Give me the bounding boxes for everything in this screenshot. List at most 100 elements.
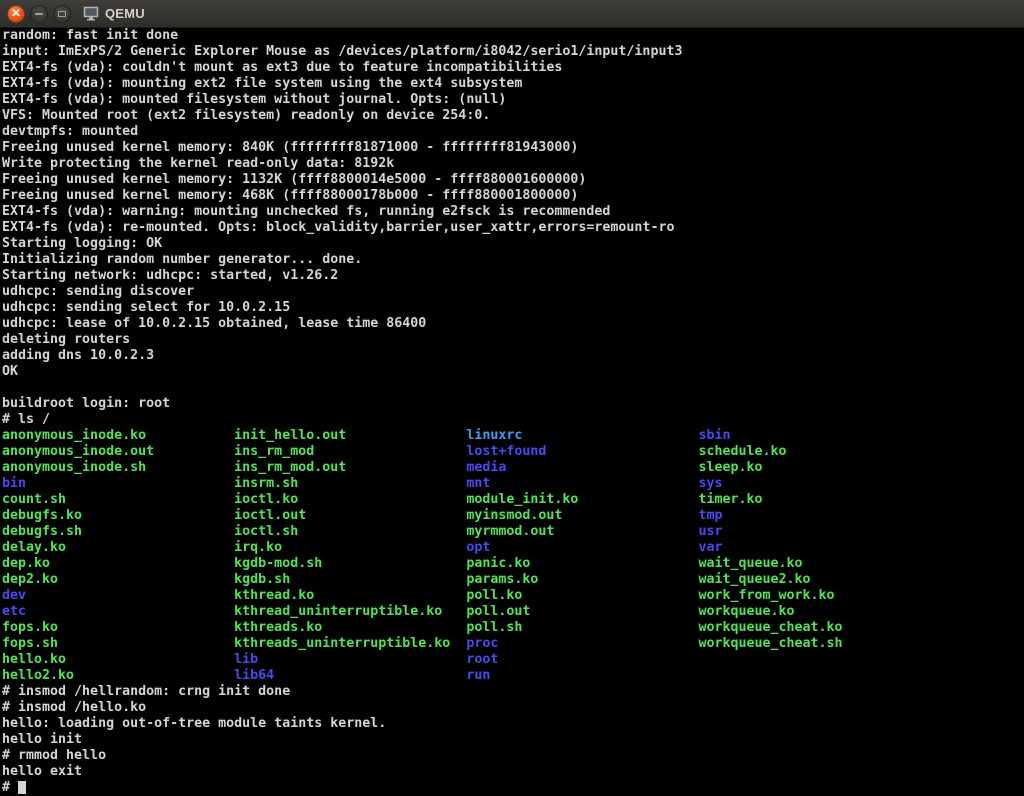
file-entry: dep.ko (2, 556, 234, 572)
file-entry: media (466, 460, 698, 476)
file-entry: schedule.ko (698, 444, 930, 460)
file-entry: params.ko (466, 572, 698, 588)
console-line: EXT4-fs (vda): mounted filesystem withou… (2, 92, 1024, 108)
file-entry: ins_rm_mod (234, 444, 466, 460)
file-entry: ioctl.out (234, 508, 466, 524)
window-title: QEMU (105, 6, 145, 21)
console-line: Starting logging: OK (2, 236, 1024, 252)
ls-row: hello.kolibroot (2, 652, 1024, 668)
console-line: Initializing random number generator... … (2, 252, 1024, 268)
file-entry: etc (2, 604, 234, 620)
console-line: VFS: Mounted root (ext2 filesystem) read… (2, 108, 1024, 124)
file-entry: panic.ko (466, 556, 698, 572)
file-entry: workqueue_cheat.sh (698, 636, 930, 652)
console-line: EXT4-fs (vda): mounting ext2 file system… (2, 76, 1024, 92)
file-entry: sys (698, 476, 930, 492)
file-entry: lost+found (466, 444, 698, 460)
file-entry: var (698, 540, 930, 556)
console-line: Write protecting the kernel read-only da… (2, 156, 1024, 172)
ls-row: fops.kokthreads.kopoll.shworkqueue_cheat… (2, 620, 1024, 636)
console-line: input: ImExPS/2 Generic Explorer Mouse a… (2, 44, 1024, 60)
terminal-console[interactable]: random: fast init doneinput: ImExPS/2 Ge… (0, 28, 1024, 796)
file-entry: dev (2, 588, 234, 604)
ls-row: debugfs.koioctl.outmyinsmod.outtmp (2, 508, 1024, 524)
file-entry: debugfs.sh (2, 524, 234, 540)
ls-row: fops.shkthreads_uninterruptible.koprocwo… (2, 636, 1024, 652)
file-entry: bin (2, 476, 234, 492)
console-line: EXT4-fs (vda): couldn't mount as ext3 du… (2, 60, 1024, 76)
file-entry: kgdb-mod.sh (234, 556, 466, 572)
file-entry: kthread_uninterruptible.ko (234, 604, 466, 620)
file-entry: workqueue.ko (698, 604, 930, 620)
ls-row: hello2.kolib64run (2, 668, 1024, 684)
file-entry: anonymous_inode.out (2, 444, 234, 460)
file-entry: lib64 (234, 668, 466, 684)
titlebar[interactable]: ✕ QEMU (0, 0, 1024, 28)
ls-row: count.shioctl.komodule_init.kotimer.ko (2, 492, 1024, 508)
screen: { "window": { "title": "QEMU" }, "consol… (0, 0, 1024, 796)
file-entry: ioctl.ko (234, 492, 466, 508)
file-entry: delay.ko (2, 540, 234, 556)
ls-row: anonymous_inode.koinit_hello.outlinuxrcs… (2, 428, 1024, 444)
console-line: udhcpc: lease of 10.0.2.15 obtained, lea… (2, 316, 1024, 332)
file-entry: proc (466, 636, 698, 652)
file-entry: fops.ko (2, 620, 234, 636)
close-button[interactable]: ✕ (7, 5, 25, 23)
console-line: Starting network: udhcpc: started, v1.26… (2, 268, 1024, 284)
console-line: Freeing unused kernel memory: 1132K (fff… (2, 172, 1024, 188)
file-entry: mnt (466, 476, 698, 492)
file-entry: workqueue_cheat.ko (698, 620, 930, 636)
file-entry: ioctl.sh (234, 524, 466, 540)
file-entry: opt (466, 540, 698, 556)
file-entry: count.sh (2, 492, 234, 508)
file-entry: anonymous_inode.ko (2, 428, 234, 444)
ls-row: bininsrm.shmntsys (2, 476, 1024, 492)
file-entry: poll.sh (466, 620, 698, 636)
console-line: devtmpfs: mounted (2, 124, 1024, 140)
console-line: udhcpc: sending select for 10.0.2.15 (2, 300, 1024, 316)
maximize-button[interactable] (53, 5, 71, 23)
console-line: # insmod /hellrandom: crng init done (2, 684, 1024, 700)
qemu-monitor-icon (83, 6, 99, 21)
ls-row: devkthread.kopoll.kowork_from_work.ko (2, 588, 1024, 604)
ls-row: etckthread_uninterruptible.kopoll.outwor… (2, 604, 1024, 620)
close-icon: ✕ (11, 7, 21, 19)
file-entry: timer.ko (698, 492, 930, 508)
ls-row: delay.koirq.kooptvar (2, 540, 1024, 556)
file-entry: myrmmod.out (466, 524, 698, 540)
console-line: # rmmod hello (2, 748, 1024, 764)
file-entry: work_from_work.ko (698, 588, 930, 604)
file-entry: dep2.ko (2, 572, 234, 588)
console-line: hello exit (2, 764, 1024, 780)
file-entry: ins_rm_mod.out (234, 460, 466, 476)
file-entry: myinsmod.out (466, 508, 698, 524)
file-entry: tmp (698, 508, 930, 524)
console-line: EXT4-fs (vda): re-mounted. Opts: block_v… (2, 220, 1024, 236)
file-entry: run (466, 668, 698, 684)
file-entry: anonymous_inode.sh (2, 460, 234, 476)
file-entry: hello.ko (2, 652, 234, 668)
console-line: EXT4-fs (vda): warning: mounting uncheck… (2, 204, 1024, 220)
ls-row: dep.kokgdb-mod.shpanic.kowait_queue.ko (2, 556, 1024, 572)
console-line: # insmod /hello.ko (2, 700, 1024, 716)
ls-row: debugfs.shioctl.shmyrmmod.outusr (2, 524, 1024, 540)
console-line: OK (2, 364, 1024, 380)
file-entry: sbin (698, 428, 930, 444)
file-entry: kthreads_uninterruptible.ko (234, 636, 466, 652)
console-line: Freeing unused kernel memory: 840K (ffff… (2, 140, 1024, 156)
file-entry: wait_queue.ko (698, 556, 930, 572)
console-line: # ls / (2, 412, 1024, 428)
file-entry: sleep.ko (698, 460, 930, 476)
console-line: hello: loading out-of-tree module taints… (2, 716, 1024, 732)
qemu-window: ✕ QEMU random: fast init doneinput: ImEx… (0, 0, 1024, 796)
minimize-button[interactable] (30, 5, 48, 23)
maximize-icon (58, 11, 66, 17)
console-line: buildroot login: root (2, 396, 1024, 412)
file-entry: kthread.ko (234, 588, 466, 604)
console-line: deleting routers (2, 332, 1024, 348)
file-entry: hello2.ko (2, 668, 234, 684)
file-entry: fops.sh (2, 636, 234, 652)
file-entry: irq.ko (234, 540, 466, 556)
file-entry: linuxrc (466, 428, 698, 444)
file-entry: root (466, 652, 698, 668)
